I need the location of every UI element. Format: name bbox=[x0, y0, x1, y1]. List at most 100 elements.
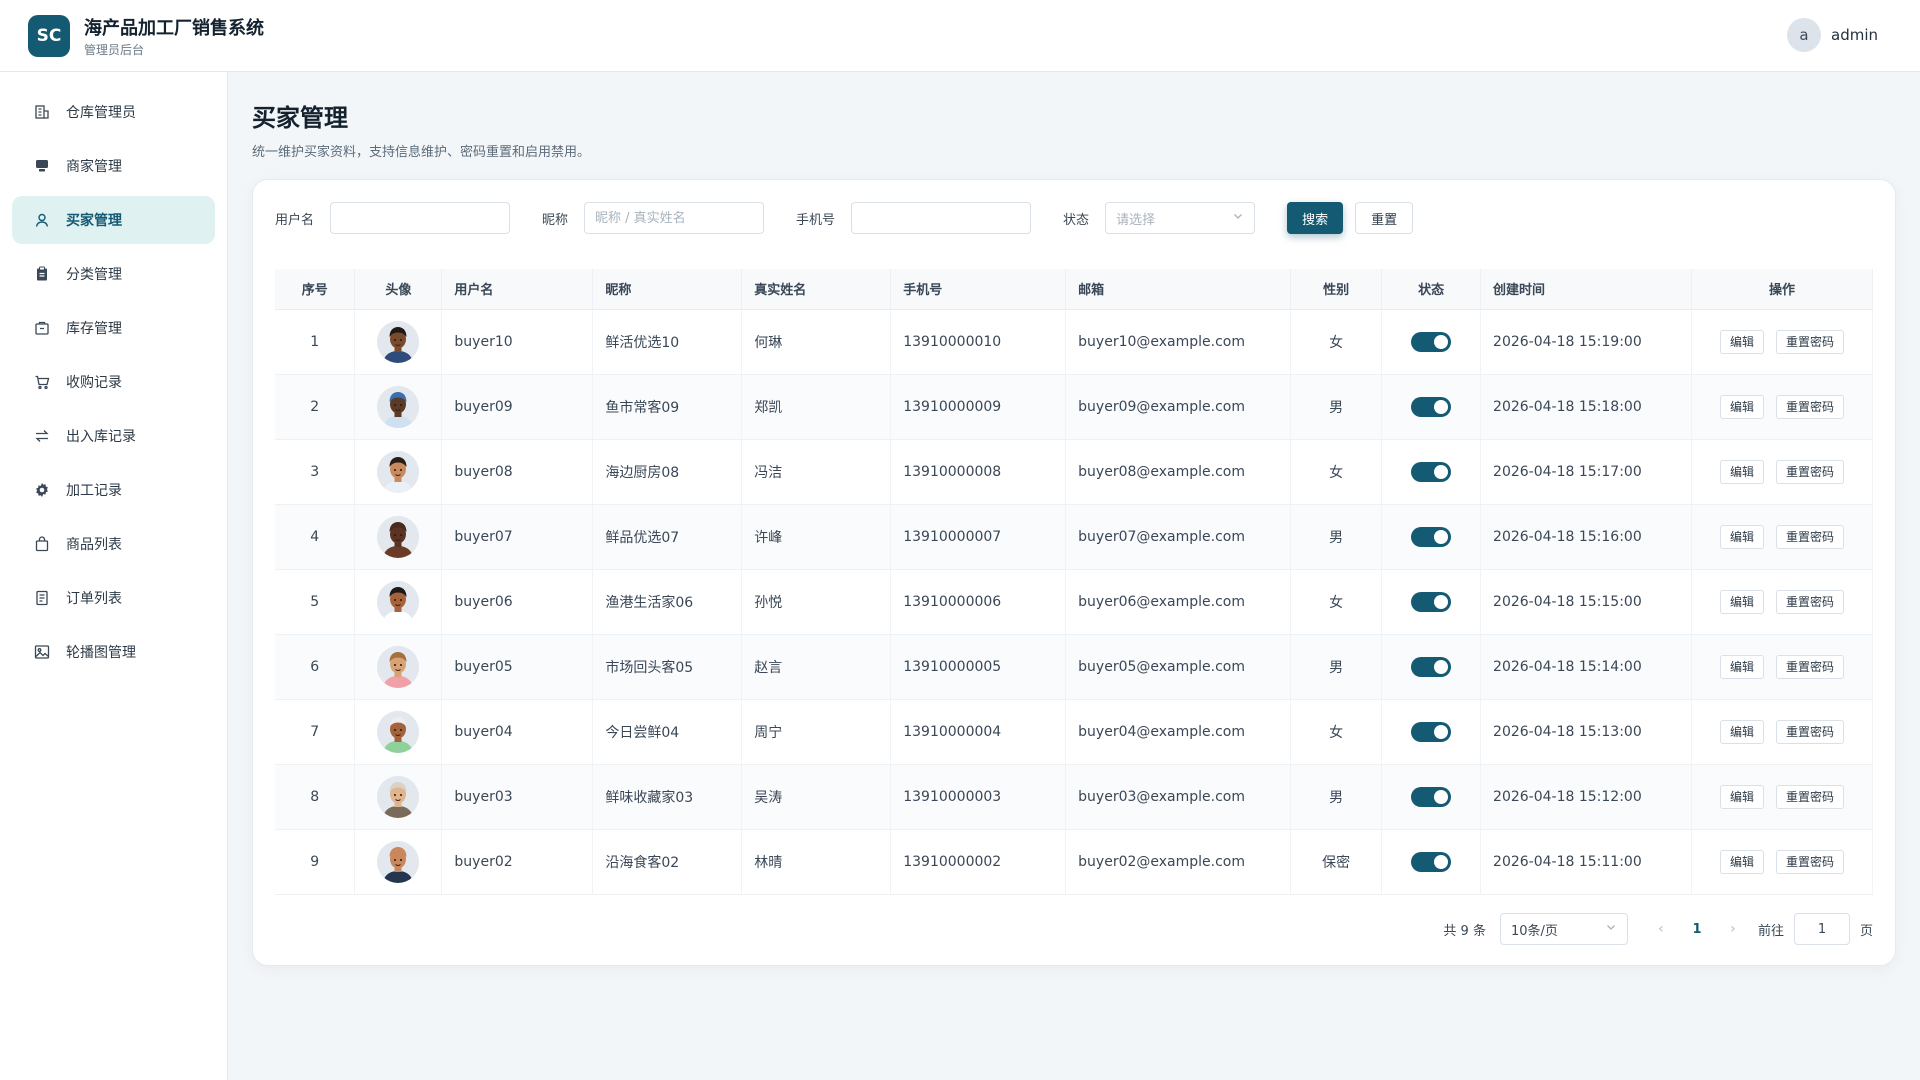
reset-password-button[interactable]: 重置密码 bbox=[1775, 784, 1844, 809]
cell-nickname: 鲜活优选10 bbox=[592, 309, 743, 375]
edit-button[interactable]: 编辑 bbox=[1719, 329, 1764, 354]
buyer-table: 序号 头像 用户名 昵称 真实姓名 手机号 邮箱 性别 状态 创建时间 操作 1… bbox=[275, 269, 1874, 895]
table-row: 4 buyer07 鲜品优选07 许峰 13910000007 buyer07@examp… bbox=[275, 504, 1874, 570]
user-name[interactable]: admin bbox=[1831, 26, 1878, 44]
sidebar-item-warehouse-admin[interactable]: 仓库管理员 bbox=[12, 88, 215, 136]
search-button[interactable]: 搜索 bbox=[1287, 202, 1344, 234]
reset-password-button[interactable]: 重置密码 bbox=[1775, 654, 1844, 679]
chevron-down-icon bbox=[1232, 210, 1244, 226]
sidebar-item-label: 分类管理 bbox=[66, 267, 122, 283]
cell-created: 2026-04-18 15:11:00 bbox=[1480, 829, 1692, 895]
cell-username: buyer10 bbox=[441, 309, 594, 375]
cell-nickname: 鱼市常客09 bbox=[592, 374, 743, 440]
phone-input[interactable] bbox=[851, 202, 1032, 234]
goto-page-input[interactable]: 1 bbox=[1793, 913, 1850, 945]
reset-password-button[interactable]: 重置密码 bbox=[1775, 329, 1844, 354]
reset-password-button[interactable]: 重置密码 bbox=[1775, 719, 1844, 744]
user-menu[interactable]: a admin bbox=[1787, 18, 1878, 52]
sidebar-item-buyers[interactable]: 买家管理 bbox=[12, 196, 215, 244]
reset-password-button[interactable]: 重置密码 bbox=[1775, 849, 1844, 874]
status-toggle[interactable] bbox=[1411, 526, 1452, 547]
buyer-list-card: 用户名 昵称 手机号 状态 请选择 搜索 重置 序号 头像 用户名 昵称 真实姓… bbox=[252, 179, 1896, 966]
edit-button[interactable]: 编辑 bbox=[1719, 784, 1764, 809]
edit-button[interactable]: 编辑 bbox=[1719, 719, 1764, 744]
edit-button[interactable]: 编辑 bbox=[1719, 589, 1764, 614]
reset-password-button[interactable]: 重置密码 bbox=[1775, 459, 1844, 484]
reset-password-button[interactable]: 重置密码 bbox=[1775, 589, 1844, 614]
sidebar-item-label: 轮播图管理 bbox=[66, 645, 136, 661]
edit-button[interactable]: 编辑 bbox=[1719, 654, 1764, 679]
sidebar-item-label: 商家管理 bbox=[66, 159, 122, 175]
prev-page-icon[interactable]: ‹ bbox=[1650, 921, 1672, 937]
sidebar-item-label: 收购记录 bbox=[66, 375, 122, 391]
column-header-realname: 真实姓名 bbox=[741, 269, 892, 310]
reset-password-button[interactable]: 重置密码 bbox=[1775, 394, 1844, 419]
status-toggle[interactable] bbox=[1411, 396, 1452, 417]
reset-button[interactable]: 重置 bbox=[1355, 202, 1414, 234]
sidebar-item-orders[interactable]: 订单列表 bbox=[12, 574, 215, 622]
cell-realname: 何琳 bbox=[741, 309, 892, 375]
table-row: 6 buyer05 市场回头客05 赵言 13910000005 buyer05@exam… bbox=[275, 634, 1874, 700]
username-input[interactable] bbox=[330, 202, 511, 234]
row-actions: 编辑 重置密码 bbox=[1692, 784, 1872, 809]
cell-email: buyer04@example.com bbox=[1065, 699, 1292, 765]
cell-gender: 男 bbox=[1290, 764, 1383, 830]
edit-button[interactable]: 编辑 bbox=[1719, 849, 1764, 874]
person-avatar-icon bbox=[377, 580, 420, 623]
cell-phone: 13910000006 bbox=[890, 569, 1067, 635]
status-toggle[interactable] bbox=[1411, 851, 1452, 872]
edit-button[interactable]: 编辑 bbox=[1719, 459, 1764, 484]
sidebar-item-stock-in-out[interactable]: 出入库记录 bbox=[12, 412, 215, 460]
sidebar-item-merchants[interactable]: 商家管理 bbox=[12, 142, 215, 190]
cell-created: 2026-04-18 15:18:00 bbox=[1480, 374, 1692, 440]
status-toggle[interactable] bbox=[1411, 331, 1452, 352]
sidebar-item-label: 出入库记录 bbox=[66, 429, 136, 445]
phone-label: 手机号 bbox=[796, 212, 836, 228]
table-row: 9 buyer02 沿海食客02 林晴 13910000002 buyer02@examp… bbox=[275, 829, 1874, 895]
table-row: 1 buyer10 鲜活优选10 何琳 13910000010 buyer10@examp… bbox=[275, 309, 1874, 375]
cell-realname: 许峰 bbox=[741, 504, 892, 570]
status-toggle[interactable] bbox=[1411, 591, 1452, 612]
cell-gender: 女 bbox=[1290, 439, 1383, 505]
cell-email: buyer10@example.com bbox=[1065, 309, 1292, 375]
nickname-input[interactable] bbox=[584, 202, 765, 234]
cell-username: buyer03 bbox=[441, 764, 594, 830]
column-header-email: 邮箱 bbox=[1065, 269, 1292, 310]
table-row: 3 buyer08 海边厨房08 冯洁 13910000008 buyer08@examp… bbox=[275, 439, 1874, 505]
avatar bbox=[377, 775, 420, 818]
person-avatar-icon bbox=[377, 645, 420, 688]
reset-password-button[interactable]: 重置密码 bbox=[1775, 524, 1844, 549]
pagination: 共 9 条 10条/页 ‹ 1 › 前往 1 页 bbox=[1443, 913, 1873, 945]
page-size-select[interactable]: 10条/页 bbox=[1499, 913, 1628, 945]
status-toggle[interactable] bbox=[1411, 656, 1452, 677]
cell-gender: 保密 bbox=[1290, 829, 1383, 895]
sidebar-item-banners[interactable]: 轮播图管理 bbox=[12, 628, 215, 676]
cell-username: buyer02 bbox=[441, 829, 594, 895]
edit-button[interactable]: 编辑 bbox=[1719, 524, 1764, 549]
page-number-current[interactable]: 1 bbox=[1682, 922, 1712, 937]
cell-nickname: 鲜品优选07 bbox=[592, 504, 743, 570]
next-page-icon[interactable]: › bbox=[1722, 921, 1744, 937]
avatar[interactable]: a bbox=[1787, 18, 1821, 52]
sidebar-item-label: 订单列表 bbox=[66, 591, 122, 607]
sidebar-item-categories[interactable]: 分类管理 bbox=[12, 250, 215, 298]
sidebar-item-purchase-records[interactable]: 收购记录 bbox=[12, 358, 215, 406]
status-toggle[interactable] bbox=[1411, 721, 1452, 742]
sidebar-item-inventory[interactable]: 库存管理 bbox=[12, 304, 215, 352]
sidebar-item-products[interactable]: 商品列表 bbox=[12, 520, 215, 568]
cell-username: buyer08 bbox=[441, 439, 594, 505]
status-select[interactable]: 请选择 bbox=[1105, 202, 1256, 234]
column-header-created: 创建时间 bbox=[1480, 269, 1692, 310]
username-label: 用户名 bbox=[275, 212, 315, 228]
status-toggle[interactable] bbox=[1411, 461, 1452, 482]
edit-button[interactable]: 编辑 bbox=[1719, 394, 1764, 419]
cell-phone: 13910000007 bbox=[890, 504, 1067, 570]
cell-phone: 13910000008 bbox=[890, 439, 1067, 505]
cell-phone: 13910000004 bbox=[890, 699, 1067, 765]
row-actions: 编辑 重置密码 bbox=[1692, 589, 1872, 614]
status-toggle[interactable] bbox=[1411, 786, 1452, 807]
cell-email: buyer02@example.com bbox=[1065, 829, 1292, 895]
cell-nickname: 海边厨房08 bbox=[592, 439, 743, 505]
sidebar-item-processing[interactable]: 加工记录 bbox=[12, 466, 215, 514]
user-icon bbox=[34, 212, 50, 228]
